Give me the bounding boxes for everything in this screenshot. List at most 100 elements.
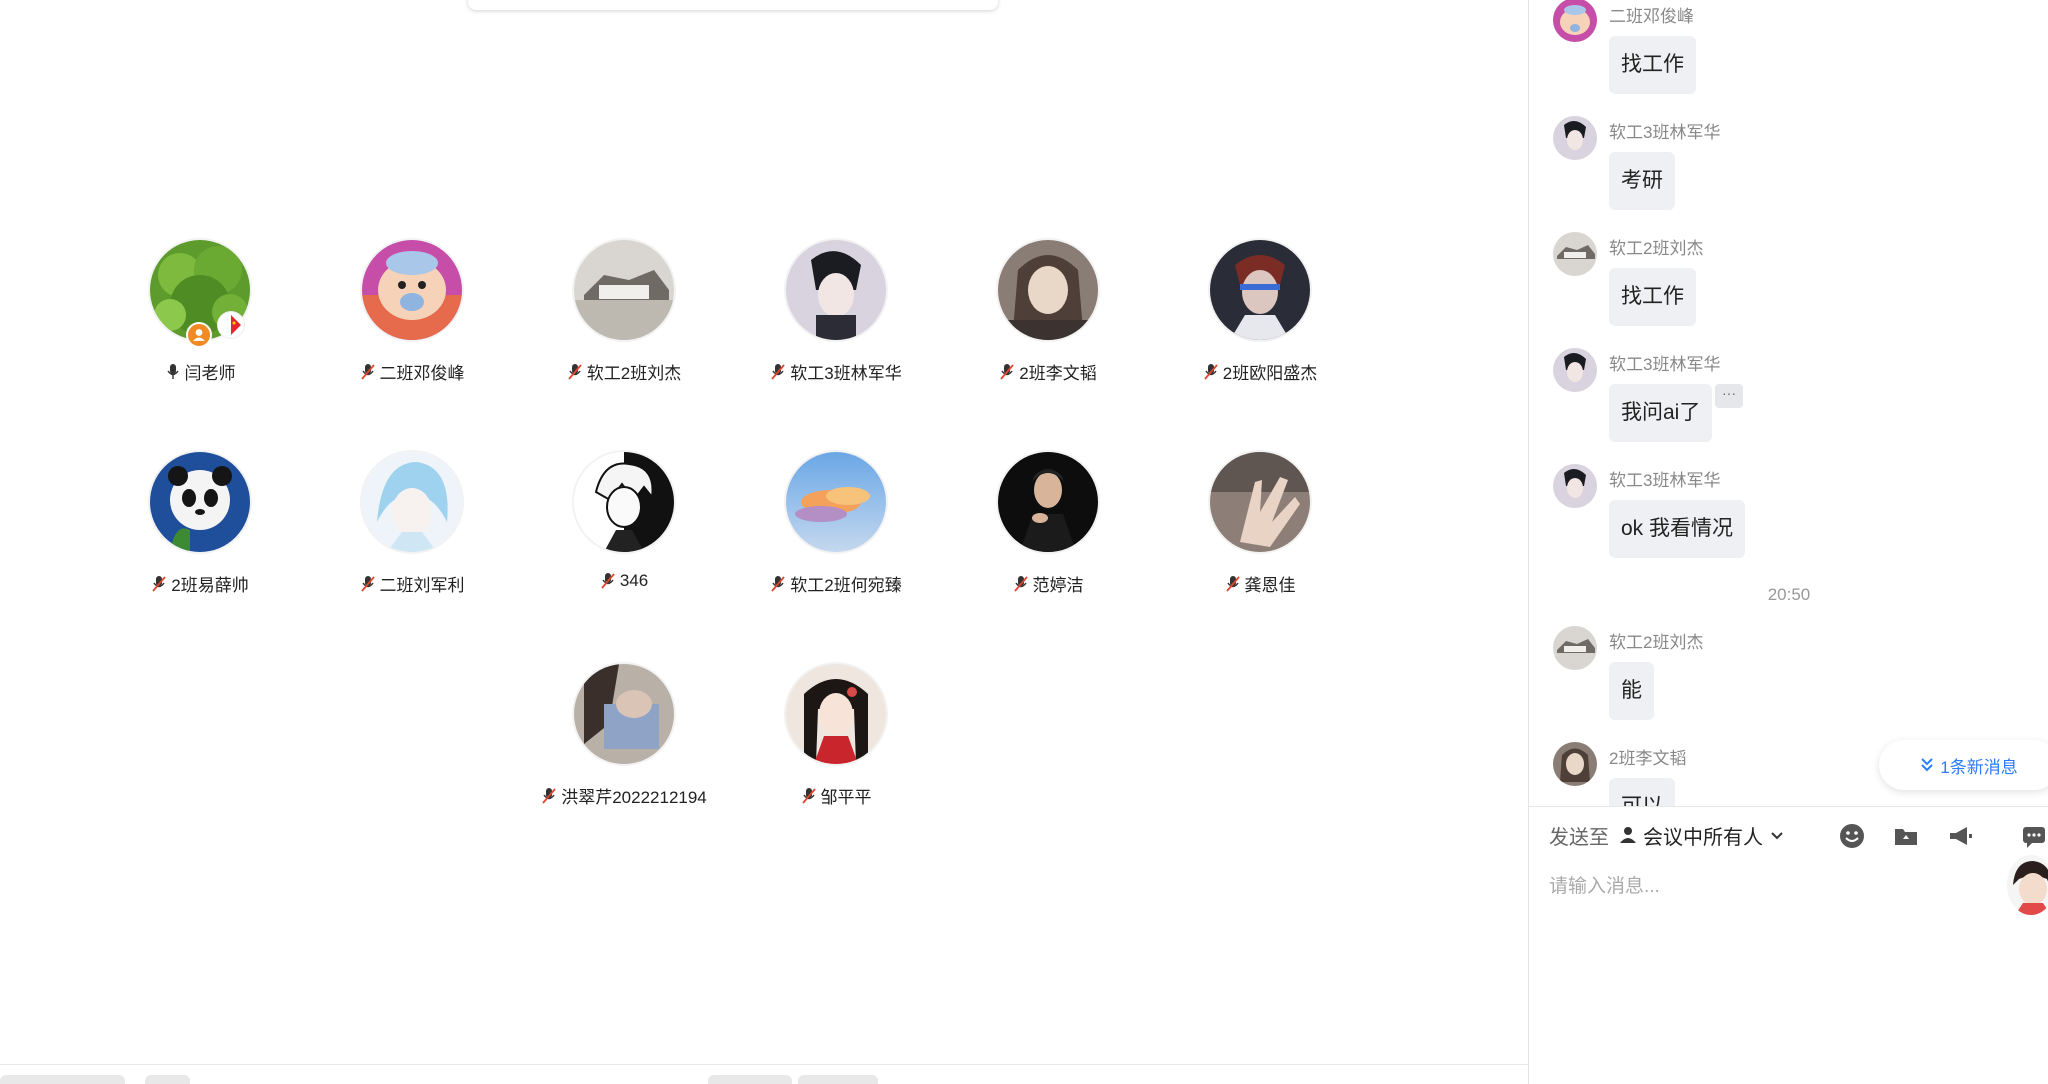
recipient-label: 会议中所有人 (1643, 826, 1763, 849)
chevron-down-icon (1771, 832, 1783, 840)
participant-avatar (998, 240, 1098, 340)
participant-tile[interactable]: 软工2班刘杰 (524, 240, 724, 410)
participant-tile[interactable]: 二班邓俊峰 (312, 240, 512, 410)
top-floating-card (468, 0, 998, 10)
participant-tile[interactable]: 2班易薛帅 (100, 452, 300, 622)
message-bubble[interactable]: 考研 (1609, 152, 1675, 210)
participant-avatar (786, 664, 886, 764)
participant-name: 龚恩佳 (1244, 576, 1296, 595)
microphone-muted-icon (1204, 363, 1218, 380)
microphone-muted-icon (771, 575, 785, 592)
participant-avatar (786, 240, 886, 340)
participant-avatar (362, 240, 462, 340)
microphone-muted-icon (601, 573, 615, 589)
participant-name: 2班易薛帅 (171, 576, 249, 595)
sender-name: 2班李文韬 (1609, 749, 1687, 768)
participant-avatar (362, 452, 462, 552)
microphone-muted-icon (1013, 575, 1028, 592)
participant-avatar (998, 452, 1098, 552)
sender-avatar (1553, 742, 1597, 786)
sender-name: 软工3班林军华 (1609, 471, 1721, 490)
send-to-label: 发送至 (1549, 827, 1609, 849)
new-message-indicator[interactable]: 1条新消息 (1879, 740, 2048, 790)
participant-gallery: 闫老师 二班邓俊峰 软工2班刘杰 软工3班林军华 2班李文韬 2班欧阳盛杰 2班… (0, 0, 1528, 1084)
microphone-muted-icon (771, 363, 785, 380)
message-list[interactable]: 二班邓俊峰 找工作 软工3班林军华 考研 软工2班刘杰 找工作 软工3班林军华 … (1529, 0, 2048, 806)
sender-avatar (1553, 348, 1597, 392)
toolbar-chip[interactable] (708, 1075, 792, 1084)
chat-settings-button[interactable] (2019, 821, 2048, 851)
participant-tile[interactable]: 洪翠芹2022212194 (524, 664, 724, 834)
participant-tile[interactable]: 软工3班林军华 (736, 240, 936, 410)
microphone-muted-icon (1000, 363, 1014, 380)
participant-avatar (150, 452, 250, 552)
message-bubble[interactable]: ok 我看情况 (1609, 500, 1746, 558)
message-bubble[interactable]: 能 (1609, 662, 1654, 720)
participant-name: 范婷洁 (1032, 576, 1084, 595)
recipient-selector[interactable]: 会议中所有人 (1619, 819, 1785, 851)
sender-name: 软工2班刘杰 (1609, 633, 1704, 652)
participant-tile[interactable]: 闫老师 (100, 240, 300, 410)
participant-tile[interactable]: 2班欧阳盛杰 (1160, 240, 1360, 410)
participant-avatar (574, 240, 674, 340)
microphone-muted-icon (360, 363, 375, 380)
participant-avatar (574, 664, 674, 764)
participant-name: 洪翠芹2022212194 (561, 788, 707, 807)
sender-avatar (1553, 232, 1597, 276)
toolbar-chip[interactable] (0, 1075, 125, 1084)
participant-avatar (786, 452, 886, 552)
sender-avatar (1553, 464, 1597, 508)
participant-tile[interactable]: 范婷洁 (948, 452, 1148, 622)
sender-avatar (1553, 626, 1597, 670)
person-icon (1620, 827, 1636, 843)
sender-name: 软工2班刘杰 (1609, 239, 1704, 258)
participant-name: 2班李文韬 (1019, 364, 1097, 383)
new-message-label: 1条新消息 (1940, 757, 2018, 777)
emoji-icon (1840, 824, 1864, 848)
toolbar-chip[interactable] (145, 1075, 190, 1084)
participant-name: 软工3班林军华 (790, 364, 902, 383)
participant-avatar (574, 452, 674, 552)
bottom-toolbar (0, 1064, 1528, 1084)
double-chevron-down-icon (1921, 758, 1933, 772)
time-divider: 20:50 (1767, 585, 1811, 604)
announcement-button[interactable] (1945, 821, 1975, 851)
participant-name: 二班刘军利 (379, 576, 465, 595)
microphone-muted-icon (801, 787, 816, 804)
microphone-muted-icon (360, 575, 375, 592)
sender-name: 软工3班林军华 (1609, 355, 1721, 374)
microphone-muted-icon (1225, 575, 1240, 592)
megaphone-icon (1950, 827, 1972, 845)
toolbar-chip[interactable] (798, 1075, 878, 1084)
participant-tile[interactable]: 346 (524, 452, 724, 622)
message-bubble[interactable]: 可以 (1609, 778, 1675, 806)
microphone-muted-icon (542, 787, 556, 804)
participant-name: 邹平平 (820, 788, 872, 807)
participant-name: 346 (619, 571, 649, 590)
file-button[interactable] (1891, 821, 1921, 851)
participant-tile[interactable]: 邹平平 (736, 664, 936, 834)
message-input[interactable] (1549, 867, 2019, 907)
sender-name: 二班邓俊峰 (1609, 7, 1694, 26)
message-more-button[interactable]: ··· (1715, 384, 1743, 408)
participant-name: 二班邓俊峰 (379, 364, 465, 383)
microphone-muted-icon (152, 575, 166, 592)
participant-tile[interactable]: 龚恩佳 (1160, 452, 1360, 622)
participant-avatar (1210, 240, 1310, 340)
participant-tile[interactable]: 软工2班何宛臻 (736, 452, 936, 622)
message-bubble[interactable]: 我问ai了 (1609, 384, 1713, 442)
sender-avatar (1553, 116, 1597, 160)
host-badge-icon (186, 322, 212, 348)
message-bubble[interactable]: 找工作 (1609, 36, 1696, 94)
participant-name: 闫老师 (184, 364, 236, 383)
message-bubble[interactable]: 找工作 (1609, 268, 1696, 326)
sender-avatar (1553, 0, 1597, 42)
participant-tile[interactable]: 2班李文韬 (948, 240, 1148, 410)
emoji-button[interactable] (1837, 821, 1867, 851)
participant-name: 2班欧阳盛杰 (1222, 364, 1318, 383)
message-composer: 发送至 会议中所有人 (1529, 806, 2048, 1084)
participant-tile[interactable]: 二班刘军利 (312, 452, 512, 622)
chat-settings-icon (2023, 827, 2045, 848)
assistant-avatar[interactable] (2007, 855, 2048, 915)
folder-icon (1895, 829, 1917, 845)
